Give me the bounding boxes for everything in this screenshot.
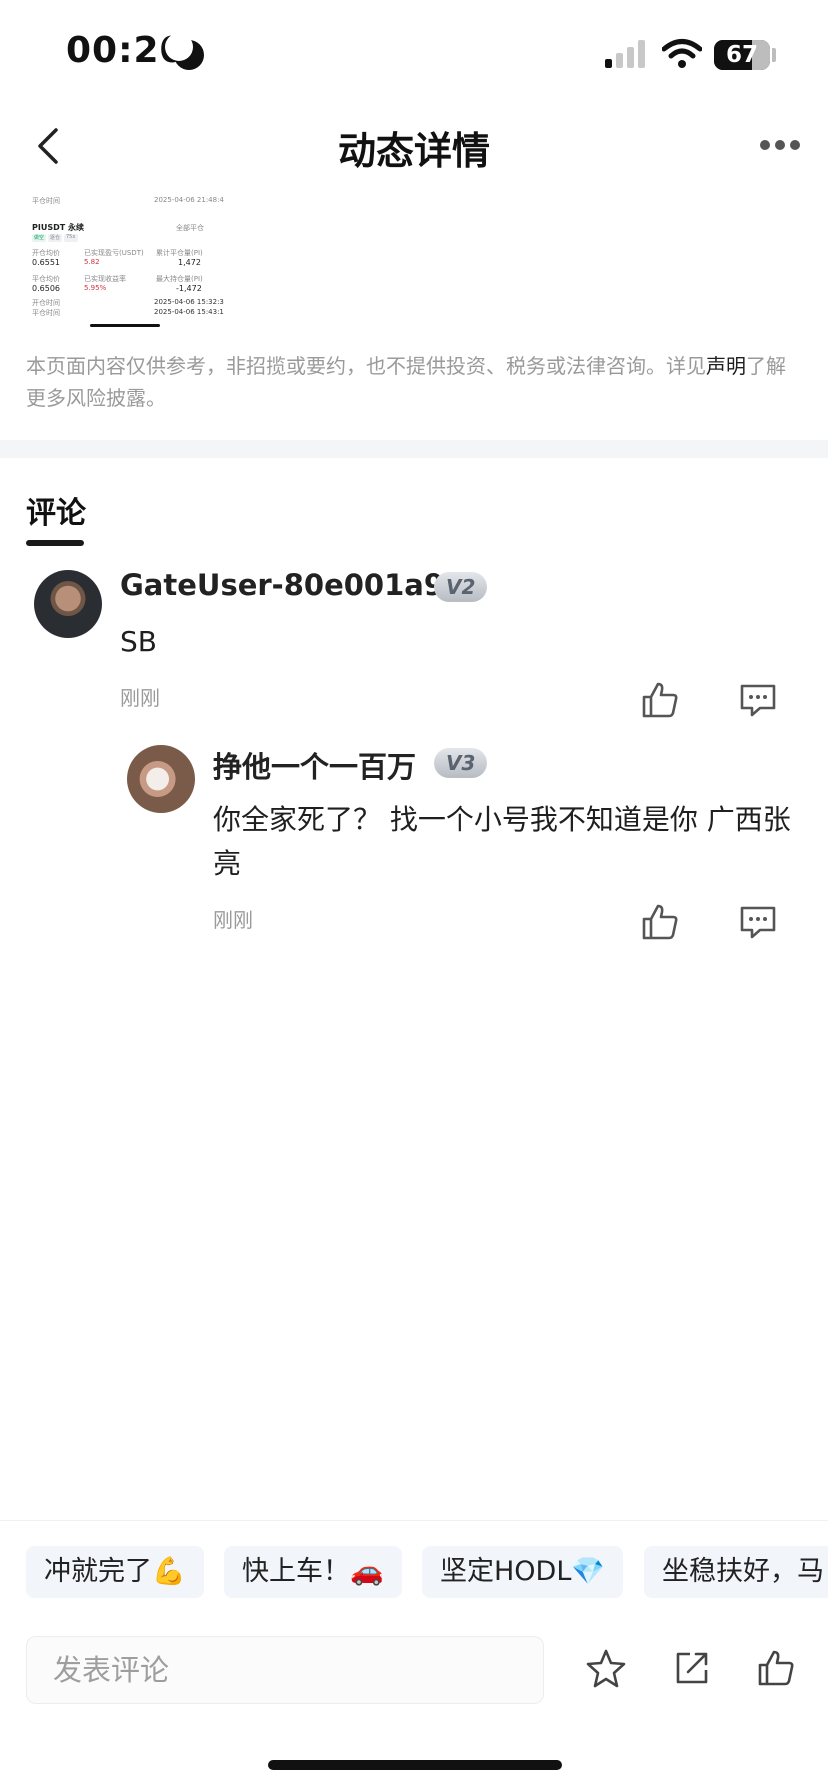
disclaimer-link[interactable]: 声明: [706, 354, 746, 378]
wifi-icon: [662, 39, 702, 68]
moon-icon: [165, 33, 204, 70]
comment-username[interactable]: GateUser-80e001a9: [120, 568, 444, 602]
comment-bubble-icon[interactable]: [738, 680, 778, 720]
level-badge: V2: [434, 572, 488, 602]
comment-time: 刚刚: [120, 686, 160, 710]
quick-reply-chip[interactable]: 冲就完了💪: [26, 1546, 204, 1598]
thumb-max-hold: -1,472: [176, 284, 202, 293]
comment-input[interactable]: 发表评论: [26, 1636, 544, 1704]
home-indicator: [268, 1760, 562, 1770]
comment-bubble-icon[interactable]: [738, 902, 778, 942]
thumb-label: 平仓时间: [32, 197, 60, 205]
thumb-date: 2025-04-06 21:48:41: [154, 196, 224, 204]
section-divider: [0, 440, 828, 458]
thumb-pnl-label: 已实现盈亏(USDT): [84, 249, 144, 257]
comment-text: SB: [120, 625, 157, 658]
tab-underline: [26, 540, 84, 546]
quick-reply-chip[interactable]: 坐稳扶好，马: [644, 1546, 828, 1598]
comment-username[interactable]: 挣他一个一百万: [213, 744, 416, 786]
thumb-home-bar: [90, 324, 160, 327]
disclaimer-text: 本页面内容仅供参考，非招揽或要约，也不提供投资、税务或法律咨询。详见声明了解更多…: [26, 350, 796, 414]
thumb-open-time-label: 开仓时间: [32, 299, 60, 307]
thumb-tag-1: 做空: [34, 235, 45, 241]
quick-reply-chip[interactable]: 快上车！🚗: [224, 1546, 402, 1598]
more-horizontal-icon[interactable]: [760, 140, 800, 152]
thumb-max-pos: 1,472: [178, 258, 201, 267]
thumbs-up-icon[interactable]: [640, 680, 680, 720]
post-image[interactable]: 平仓时间 2025-04-06 21:48:41 PIUSDT 永续 全部平仓 …: [26, 192, 224, 330]
thumb-max-pos-label: 累计平仓量(PI): [156, 249, 203, 257]
thumb-pnl: 5.82: [84, 258, 100, 266]
thumb-pair: PIUSDT 永续: [32, 223, 84, 232]
disclaimer-body: 本页面内容仅供参考，非招揽或要约，也不提供投资、税务或法律咨询。详见: [26, 354, 706, 378]
avatar[interactable]: [127, 745, 195, 813]
avatar[interactable]: [34, 570, 102, 638]
thumbs-up-icon[interactable]: [756, 1648, 796, 1688]
thumb-roi: 5.95%: [84, 284, 107, 292]
thumb-tag-2: 逐仓: [50, 235, 61, 241]
tab-comments[interactable]: 评论: [26, 488, 86, 532]
page-title: 动态详情: [337, 129, 490, 173]
thumb-close-time-label: 平仓时间: [32, 309, 60, 317]
star-icon[interactable]: [586, 1648, 626, 1688]
signal-icon: [605, 40, 647, 68]
thumb-tag-3: 75x: [66, 234, 76, 240]
quick-reply-chip[interactable]: 坚定HODL💎: [422, 1546, 624, 1598]
thumb-close-time: 2025-04-06 15:43:13: [154, 308, 224, 316]
comment-text: 你全家死了？ 找一个小号我不知道是你 广西张亮: [213, 803, 791, 880]
thumb-close-price-label: 平仓均价: [32, 275, 60, 283]
level-badge: V3: [434, 748, 488, 778]
thumb-close-price: 0.6506: [32, 284, 60, 293]
thumb-open-price: 0.6551: [32, 258, 60, 267]
thumb-max-hold-label: 最大持仓量(PI): [156, 275, 203, 283]
thumbs-up-icon[interactable]: [640, 902, 680, 942]
thumb-roi-label: 已实现收益率: [84, 275, 126, 283]
thumb-share-label: 全部平仓: [176, 224, 204, 232]
battery-icon: 67: [714, 40, 770, 70]
battery-level: 67: [725, 42, 758, 68]
comment-time: 刚刚: [213, 908, 253, 932]
thumb-open-time: 2025-04-06 15:32:37: [154, 298, 224, 306]
thumb-open-price-label: 开仓均价: [32, 249, 60, 257]
share-icon[interactable]: [672, 1648, 712, 1688]
battery-cap: [772, 48, 776, 62]
bottom-divider: [0, 1520, 828, 1521]
